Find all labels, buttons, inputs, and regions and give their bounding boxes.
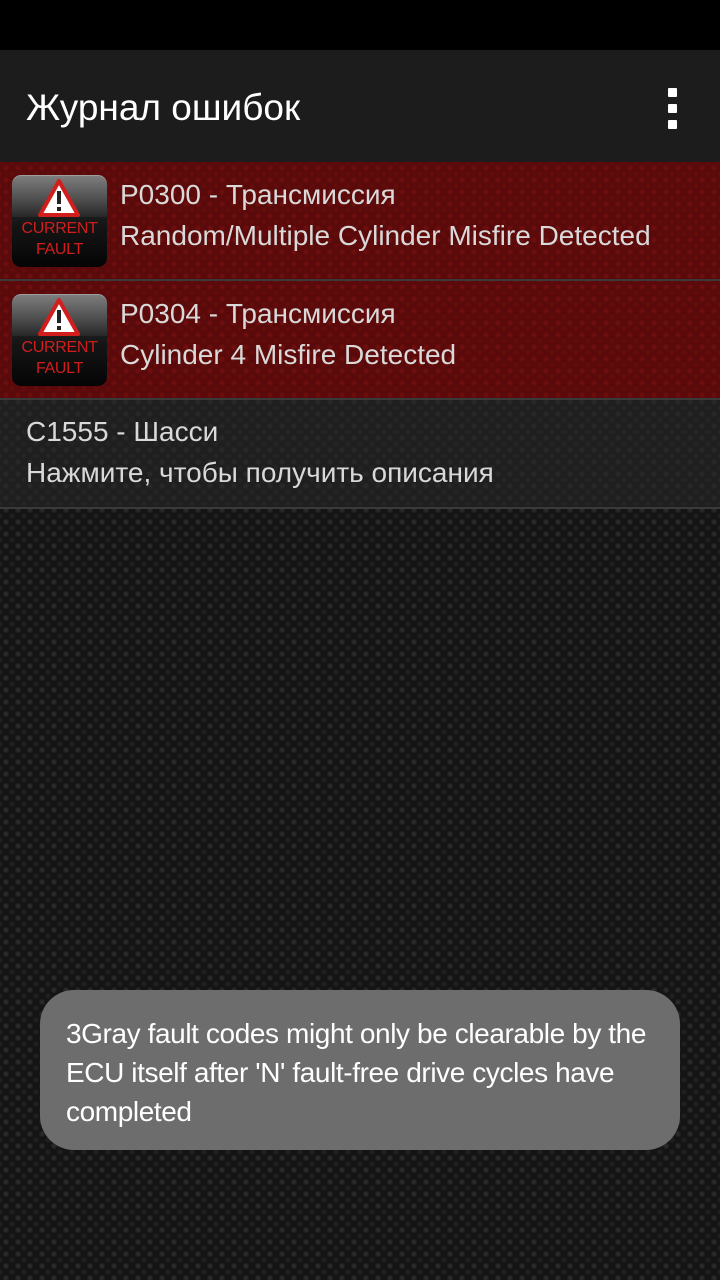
warning-triangle-icon [38,298,80,336]
badge-label-fault: FAULT [35,360,84,377]
overflow-menu-dot [667,119,677,129]
fault-code: C1555 - Шасси [26,416,219,447]
app-bar: Журнал ошибок [0,50,720,162]
fault-description: Нажмите, чтобы получить описания [26,457,494,488]
toast-text: 3Gray fault codes might only be clearabl… [66,1018,647,1127]
overflow-menu-icon[interactable] [644,80,700,136]
current-fault-badge: CURRENT FAULT [12,175,107,267]
page-title: Журнал ошибок [26,87,301,128]
fault-row-c1555[interactable]: C1555 - Шасси Нажмите, чтобы получить оп… [0,400,720,509]
badge-label-current: CURRENT [21,220,98,237]
overflow-menu-dot [667,87,677,97]
overflow-menu-dot [667,103,677,113]
badge-label-fault: FAULT [35,241,84,258]
fault-code: P0300 - Трансмиссия [120,179,396,210]
fault-row-p0300[interactable]: CURRENT FAULT P0300 - Трансмиссия Random… [0,162,720,281]
warning-triangle-icon [38,179,80,217]
current-fault-badge: CURRENT FAULT [12,294,107,386]
fault-code: P0304 - Трансмиссия [120,298,396,329]
badge-label-current: CURRENT [21,339,98,356]
fault-list: CURRENT FAULT P0300 - Трансмиссия Random… [0,162,720,509]
toast-message: 3Gray fault codes might only be clearabl… [40,990,680,1150]
screen: Журнал ошибок CURRENT FAULT P0300 - Тран… [0,0,720,1280]
fault-description: Cylinder 4 Misfire Detected [120,339,457,370]
status-bar [0,0,720,50]
fault-row-p0304[interactable]: CURRENT FAULT P0304 - Трансмиссия Cylind… [0,281,720,400]
fault-description: Random/Multiple Cylinder Misfire Detecte… [120,220,651,251]
